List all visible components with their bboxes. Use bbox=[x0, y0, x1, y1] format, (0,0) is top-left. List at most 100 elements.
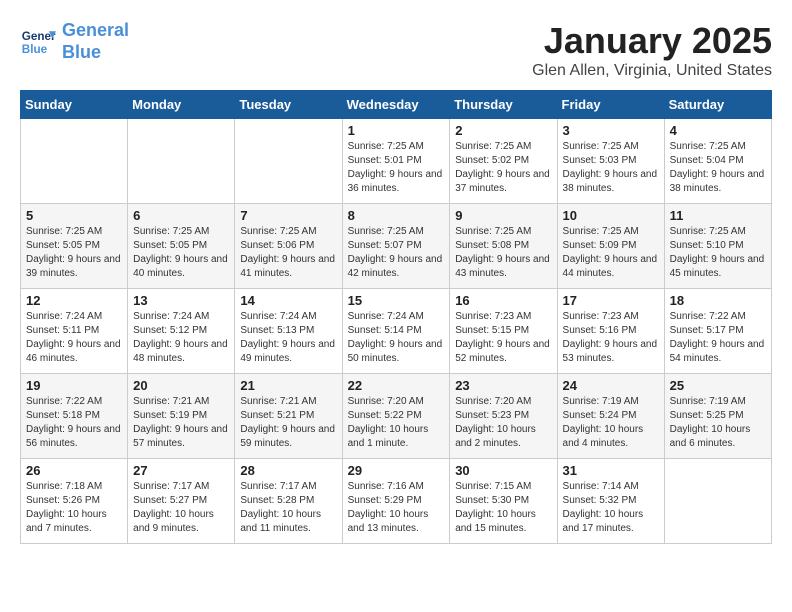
calendar-cell: 14 Sunrise: 7:24 AM Sunset: 5:13 PM Dayli… bbox=[235, 289, 342, 374]
day-info: Sunrise: 7:24 AM Sunset: 5:12 PM Dayligh… bbox=[133, 310, 229, 366]
calendar-cell: 30 Sunrise: 7:15 AM Sunset: 5:30 PM Dayli… bbox=[450, 459, 557, 544]
day-info: Sunrise: 7:23 AM Sunset: 5:15 PM Dayligh… bbox=[455, 310, 551, 366]
logo-icon: General Blue bbox=[20, 24, 56, 60]
calendar-cell bbox=[128, 119, 235, 204]
day-number: 8 bbox=[348, 208, 445, 223]
day-info: Sunrise: 7:14 AM Sunset: 5:32 PM Dayligh… bbox=[563, 480, 659, 536]
day-number: 3 bbox=[563, 123, 659, 138]
logo-line2: Blue bbox=[62, 42, 101, 62]
calendar-cell: 23 Sunrise: 7:20 AM Sunset: 5:23 PM Dayli… bbox=[450, 374, 557, 459]
day-number: 6 bbox=[133, 208, 229, 223]
day-number: 21 bbox=[240, 378, 336, 393]
day-info: Sunrise: 7:20 AM Sunset: 5:22 PM Dayligh… bbox=[348, 395, 445, 451]
day-number: 1 bbox=[348, 123, 445, 138]
col-header-wednesday: Wednesday bbox=[342, 91, 450, 119]
calendar-cell: 20 Sunrise: 7:21 AM Sunset: 5:19 PM Dayli… bbox=[128, 374, 235, 459]
day-info: Sunrise: 7:17 AM Sunset: 5:28 PM Dayligh… bbox=[240, 480, 336, 536]
day-number: 13 bbox=[133, 293, 229, 308]
day-info: Sunrise: 7:21 AM Sunset: 5:19 PM Dayligh… bbox=[133, 395, 229, 451]
day-number: 22 bbox=[348, 378, 445, 393]
calendar-cell: 19 Sunrise: 7:22 AM Sunset: 5:18 PM Dayli… bbox=[21, 374, 128, 459]
col-header-tuesday: Tuesday bbox=[235, 91, 342, 119]
day-number: 2 bbox=[455, 123, 551, 138]
title-area: January 2025 Glen Allen, Virginia, Unite… bbox=[532, 20, 772, 80]
day-number: 16 bbox=[455, 293, 551, 308]
day-number: 19 bbox=[26, 378, 122, 393]
day-info: Sunrise: 7:25 AM Sunset: 5:06 PM Dayligh… bbox=[240, 225, 336, 281]
calendar-cell: 12 Sunrise: 7:24 AM Sunset: 5:11 PM Dayli… bbox=[21, 289, 128, 374]
day-number: 29 bbox=[348, 463, 445, 478]
day-info: Sunrise: 7:25 AM Sunset: 5:10 PM Dayligh… bbox=[670, 225, 766, 281]
day-number: 17 bbox=[563, 293, 659, 308]
day-info: Sunrise: 7:18 AM Sunset: 5:26 PM Dayligh… bbox=[26, 480, 122, 536]
logo-text: General Blue bbox=[62, 20, 129, 63]
calendar-cell: 10 Sunrise: 7:25 AM Sunset: 5:09 PM Dayli… bbox=[557, 204, 664, 289]
day-number: 10 bbox=[563, 208, 659, 223]
day-info: Sunrise: 7:24 AM Sunset: 5:11 PM Dayligh… bbox=[26, 310, 122, 366]
day-number: 23 bbox=[455, 378, 551, 393]
day-info: Sunrise: 7:24 AM Sunset: 5:14 PM Dayligh… bbox=[348, 310, 445, 366]
calendar-cell: 8 Sunrise: 7:25 AM Sunset: 5:07 PM Daylig… bbox=[342, 204, 450, 289]
day-number: 9 bbox=[455, 208, 551, 223]
calendar-cell: 26Sunrise: 7:18 AM Sunset: 5:26 PM Dayli… bbox=[21, 459, 128, 544]
day-info: Sunrise: 7:21 AM Sunset: 5:21 PM Dayligh… bbox=[240, 395, 336, 451]
logo: General Blue General Blue bbox=[20, 20, 129, 63]
month-title: January 2025 bbox=[532, 20, 772, 62]
day-number: 4 bbox=[670, 123, 766, 138]
day-info: Sunrise: 7:25 AM Sunset: 5:02 PM Dayligh… bbox=[455, 140, 551, 196]
calendar-table: SundayMondayTuesdayWednesdayThursdayFrid… bbox=[20, 90, 772, 544]
day-number: 20 bbox=[133, 378, 229, 393]
day-info: Sunrise: 7:20 AM Sunset: 5:23 PM Dayligh… bbox=[455, 395, 551, 451]
day-number: 31 bbox=[563, 463, 659, 478]
day-info: Sunrise: 7:15 AM Sunset: 5:30 PM Dayligh… bbox=[455, 480, 551, 536]
day-info: Sunrise: 7:25 AM Sunset: 5:05 PM Dayligh… bbox=[26, 225, 122, 281]
location-title: Glen Allen, Virginia, United States bbox=[532, 62, 772, 80]
day-number: 30 bbox=[455, 463, 551, 478]
calendar-cell bbox=[21, 119, 128, 204]
day-number: 24 bbox=[563, 378, 659, 393]
calendar-cell: 15 Sunrise: 7:24 AM Sunset: 5:14 PM Dayli… bbox=[342, 289, 450, 374]
day-info: Sunrise: 7:25 AM Sunset: 5:04 PM Dayligh… bbox=[670, 140, 766, 196]
svg-text:Blue: Blue bbox=[22, 42, 48, 55]
day-info: Sunrise: 7:25 AM Sunset: 5:05 PM Dayligh… bbox=[133, 225, 229, 281]
day-number: 15 bbox=[348, 293, 445, 308]
day-number: 27 bbox=[133, 463, 229, 478]
day-number: 12 bbox=[26, 293, 122, 308]
col-header-saturday: Saturday bbox=[664, 91, 771, 119]
calendar-cell: 1 Sunrise: 7:25 AM Sunset: 5:01 PM Daylig… bbox=[342, 119, 450, 204]
calendar-cell: 25Sunrise: 7:19 AM Sunset: 5:25 PM Dayli… bbox=[664, 374, 771, 459]
logo-line1: General bbox=[62, 20, 129, 40]
day-info: Sunrise: 7:22 AM Sunset: 5:17 PM Dayligh… bbox=[670, 310, 766, 366]
calendar-cell: 9 Sunrise: 7:25 AM Sunset: 5:08 PM Daylig… bbox=[450, 204, 557, 289]
week-row-2: 12 Sunrise: 7:24 AM Sunset: 5:11 PM Dayli… bbox=[21, 289, 772, 374]
day-info: Sunrise: 7:22 AM Sunset: 5:18 PM Dayligh… bbox=[26, 395, 122, 451]
day-info: Sunrise: 7:25 AM Sunset: 5:09 PM Dayligh… bbox=[563, 225, 659, 281]
calendar-cell bbox=[664, 459, 771, 544]
calendar-cell: 22 Sunrise: 7:20 AM Sunset: 5:22 PM Dayli… bbox=[342, 374, 450, 459]
calendar-cell: 2 Sunrise: 7:25 AM Sunset: 5:02 PM Daylig… bbox=[450, 119, 557, 204]
day-info: Sunrise: 7:25 AM Sunset: 5:01 PM Dayligh… bbox=[348, 140, 445, 196]
calendar-cell: 29Sunrise: 7:16 AM Sunset: 5:29 PM Dayli… bbox=[342, 459, 450, 544]
calendar-cell: 21 Sunrise: 7:21 AM Sunset: 5:21 PM Dayli… bbox=[235, 374, 342, 459]
day-info: Sunrise: 7:17 AM Sunset: 5:27 PM Dayligh… bbox=[133, 480, 229, 536]
day-number: 28 bbox=[240, 463, 336, 478]
calendar-cell: 31 Sunrise: 7:14 AM Sunset: 5:32 PM Dayli… bbox=[557, 459, 664, 544]
day-number: 5 bbox=[26, 208, 122, 223]
calendar-cell: 17Sunrise: 7:23 AM Sunset: 5:16 PM Dayli… bbox=[557, 289, 664, 374]
col-header-friday: Friday bbox=[557, 91, 664, 119]
calendar-cell: 24Sunrise: 7:19 AM Sunset: 5:24 PM Dayli… bbox=[557, 374, 664, 459]
day-number: 18 bbox=[670, 293, 766, 308]
col-header-sunday: Sunday bbox=[21, 91, 128, 119]
col-header-monday: Monday bbox=[128, 91, 235, 119]
header: General Blue General Blue January 2025 G… bbox=[20, 20, 772, 80]
calendar-cell: 13 Sunrise: 7:24 AM Sunset: 5:12 PM Dayli… bbox=[128, 289, 235, 374]
calendar-cell: 7Sunrise: 7:25 AM Sunset: 5:06 PM Daylig… bbox=[235, 204, 342, 289]
col-header-thursday: Thursday bbox=[450, 91, 557, 119]
day-info: Sunrise: 7:25 AM Sunset: 5:08 PM Dayligh… bbox=[455, 225, 551, 281]
calendar-cell: 27 Sunrise: 7:17 AM Sunset: 5:27 PM Dayli… bbox=[128, 459, 235, 544]
day-info: Sunrise: 7:19 AM Sunset: 5:25 PM Dayligh… bbox=[670, 395, 766, 451]
day-info: Sunrise: 7:25 AM Sunset: 5:07 PM Dayligh… bbox=[348, 225, 445, 281]
day-number: 14 bbox=[240, 293, 336, 308]
day-info: Sunrise: 7:24 AM Sunset: 5:13 PM Dayligh… bbox=[240, 310, 336, 366]
day-info: Sunrise: 7:25 AM Sunset: 5:03 PM Dayligh… bbox=[563, 140, 659, 196]
